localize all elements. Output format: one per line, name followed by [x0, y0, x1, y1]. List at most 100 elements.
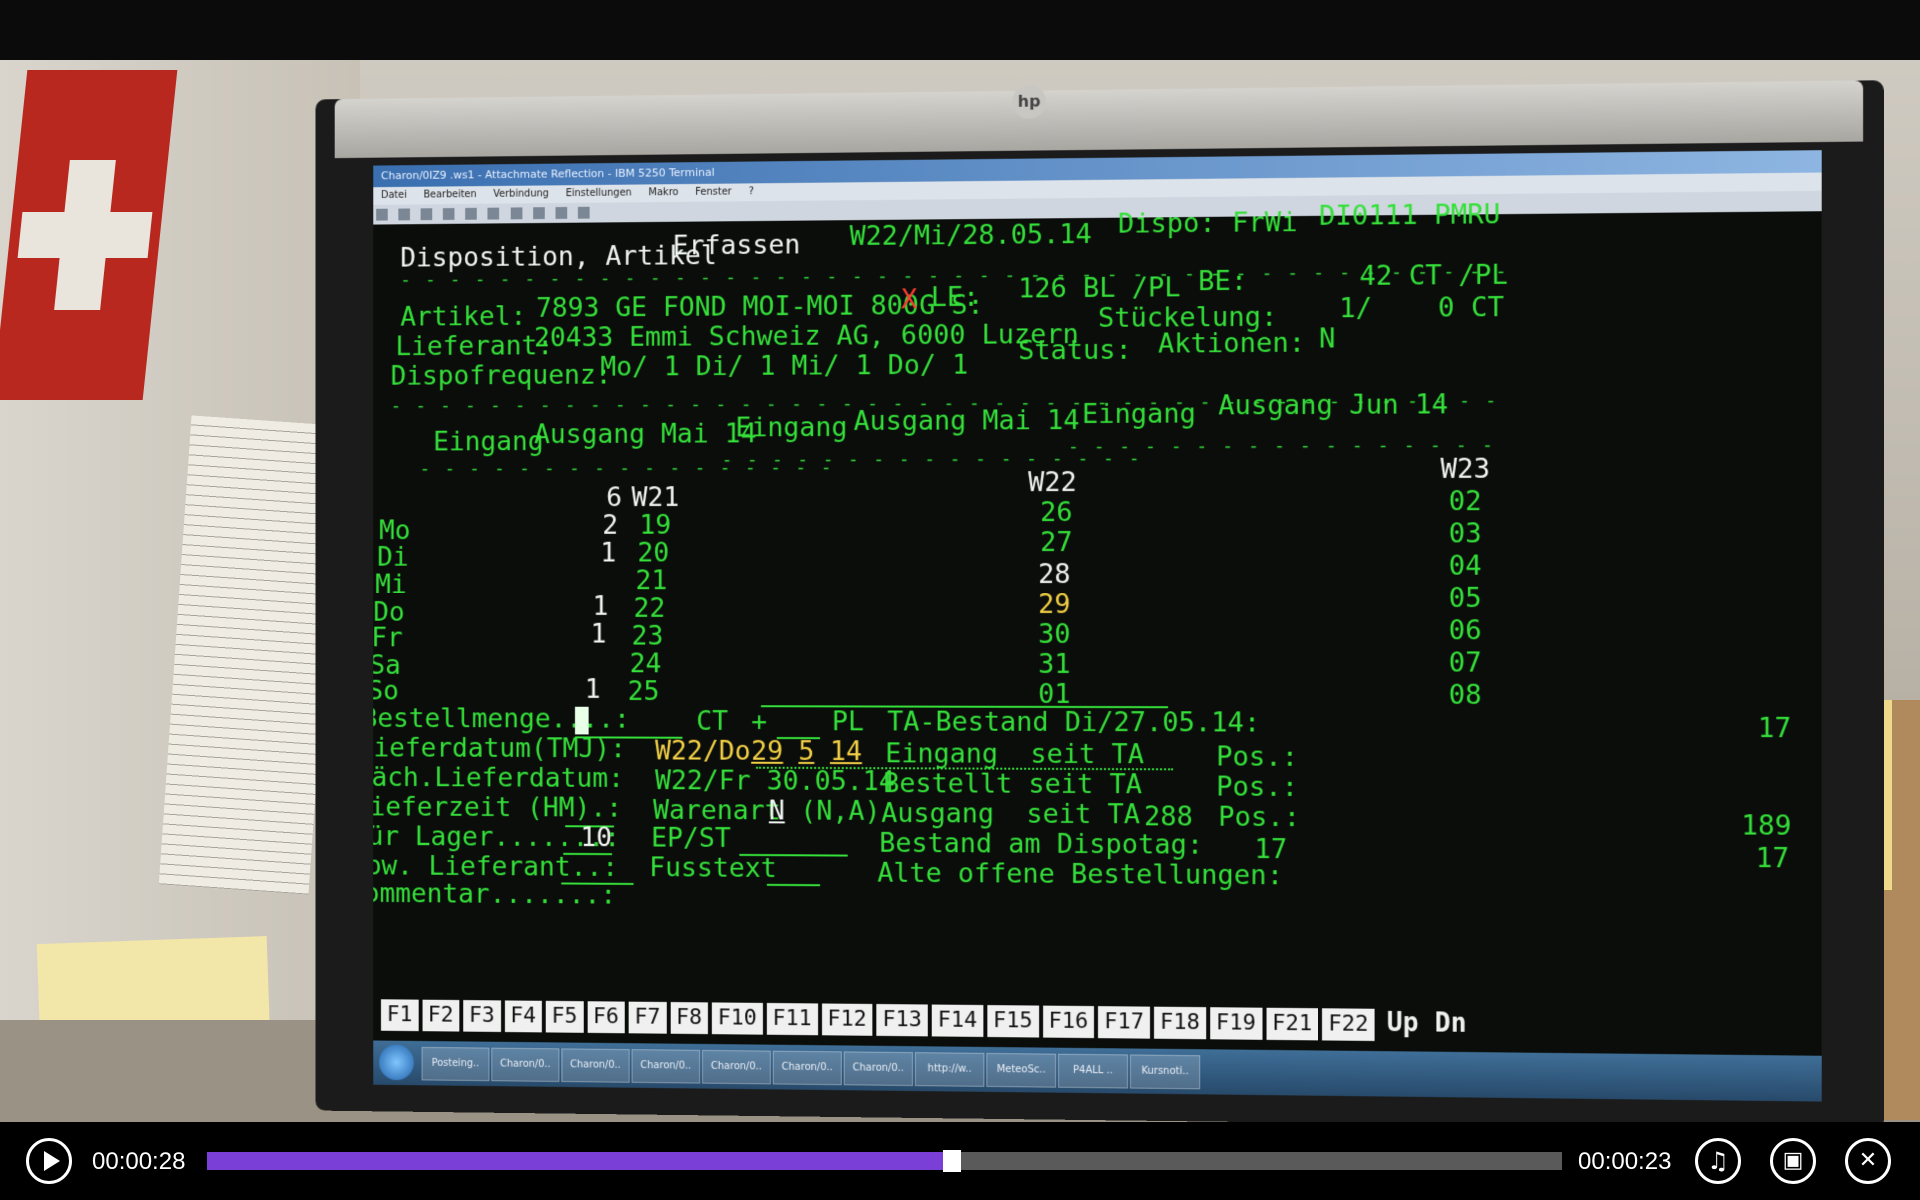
fkey-f22[interactable]: F22 [1322, 1008, 1375, 1041]
warenart-field[interactable]: N [769, 796, 785, 827]
ep-st-field[interactable] [739, 824, 848, 857]
taskbar-item[interactable]: Charon/0.. [491, 1047, 560, 1082]
fkey-f3[interactable]: F3 [463, 1000, 501, 1032]
bestand-dispotag-value-2: 17 [1755, 842, 1790, 875]
fkey-f16[interactable]: F16 [1042, 1005, 1095, 1039]
open-icon[interactable] [398, 208, 411, 221]
fkey-f21[interactable]: F21 [1266, 1007, 1319, 1041]
w21-day-sa: 24 [629, 648, 662, 680]
aktionen-value: N [1318, 323, 1336, 355]
paste-icon[interactable] [487, 207, 500, 220]
menu-verbindung[interactable]: Verbindung [493, 188, 549, 199]
w21-qty-do: 1 [592, 591, 609, 622]
taskbar-item[interactable]: Kursnoti.. [1129, 1054, 1201, 1090]
fkey-f17[interactable]: F17 [1098, 1006, 1151, 1039]
fkey-f10[interactable]: F10 [711, 1002, 763, 1035]
start-button[interactable] [379, 1044, 414, 1081]
taskbar-item[interactable]: Charon/0.. [561, 1048, 630, 1083]
w22-day-di: 27 [1040, 527, 1073, 559]
connect-icon[interactable] [510, 207, 522, 220]
w21-qty-fr: 1 [590, 618, 607, 650]
monitor-screen: Charon/0IZ9 .ws1 - Attachmate Reflection… [373, 150, 1822, 1102]
save-icon[interactable] [420, 208, 433, 221]
naech-lieferdatum-label: Näch.Lieferdatum: [373, 762, 625, 794]
fkey-f14[interactable]: F14 [931, 1004, 984, 1037]
taskbar-item[interactable]: http://w.. [914, 1052, 985, 1087]
kommentar-field[interactable] [556, 882, 860, 914]
eingang-seit-ta-label: Eingang seit TA [885, 738, 1145, 771]
w23-day-do: 05 [1448, 582, 1482, 615]
new-icon[interactable] [376, 208, 388, 221]
fkey-f4[interactable]: F4 [504, 1000, 542, 1033]
fkey-f11[interactable]: F11 [766, 1002, 818, 1036]
col-eingang-1: Eingang [433, 426, 544, 458]
ta-bestand-label: TA-Bestand Di/27.05.14: [887, 706, 1261, 739]
fuer-lager-field[interactable]: 10 [563, 822, 613, 856]
fkey-f5[interactable]: F5 [545, 1000, 584, 1033]
fkey-f8[interactable]: F8 [670, 1002, 708, 1035]
print-icon[interactable] [443, 208, 455, 220]
w23-day-mo: 02 [1448, 485, 1482, 518]
col-ausgang-jun: Ausgang Jun 14 [1218, 389, 1449, 422]
separator-5: - - - - - - - - - - - - - - - - - [1068, 434, 1496, 458]
exit-fullscreen-icon[interactable]: ✕ [1845, 1138, 1891, 1184]
menu-datei[interactable]: Datei [381, 190, 407, 201]
weekday-so: So [373, 675, 399, 707]
w21-header-qty: 6 [606, 482, 623, 514]
fusstext-label: Fusstext [649, 852, 777, 884]
col-eingang-3: Eingang [1082, 398, 1196, 431]
progress-bar[interactable] [207, 1150, 1562, 1172]
bestellt-seit-ta-label: Bestellt seit TA [883, 768, 1143, 801]
settings-icon[interactable] [555, 206, 567, 219]
dispofrequenz-value: Mo/ 1 Di/ 1 Mi/ 1 Do/ 1 [600, 349, 969, 383]
lieferdatum-month-field[interactable]: 5 [798, 736, 814, 767]
taskbar-item[interactable]: Posteing.. [421, 1046, 490, 1082]
menu-fenster[interactable]: Fenster [695, 187, 731, 198]
fkey-f15[interactable]: F15 [987, 1005, 1039, 1038]
stueckelung-value: 1/ 0 CT [1339, 291, 1505, 325]
fkey-f12[interactable]: F12 [821, 1003, 873, 1036]
help-icon[interactable] [577, 206, 590, 219]
w22-day-so: 01 [1038, 678, 1071, 710]
page-down-key[interactable]: Dn [1427, 1007, 1475, 1040]
hp-logo: hp [1012, 84, 1047, 119]
terminal-5250[interactable]: Disposition, Artikel Erfassen W22/Mi/28.… [373, 199, 1810, 1006]
volume-icon[interactable]: ♫ [1695, 1138, 1741, 1184]
fkey-f18[interactable]: F18 [1154, 1006, 1206, 1040]
pl-field[interactable] [776, 707, 821, 740]
fullscreen-icon[interactable]: ▣ [1770, 1138, 1816, 1184]
fkey-f19[interactable]: F19 [1209, 1007, 1263, 1040]
menu-bearbeiten[interactable]: Bearbeiten [423, 189, 476, 200]
taskbar-item[interactable]: MeteoSc.. [986, 1052, 1057, 1088]
time-remaining: 00:00:23 [1578, 1148, 1672, 1175]
artikel-flag: X [901, 284, 918, 316]
page-up-key[interactable]: Up [1379, 1007, 1427, 1040]
fkey-f1[interactable]: F1 [380, 999, 419, 1032]
taskbar-item[interactable]: Charon/0.. [772, 1050, 842, 1086]
taskbar-item[interactable]: Charon/0.. [631, 1049, 701, 1084]
play-button[interactable] [26, 1138, 72, 1184]
menu-einstellungen[interactable]: Einstellungen [566, 188, 632, 200]
lieferdatum-week: W22/Do [655, 735, 751, 767]
menu-makro[interactable]: Makro [649, 187, 679, 198]
w22-day-sa: 31 [1038, 648, 1071, 680]
lieferdatum-day-field[interactable]: 29 [751, 736, 783, 767]
le-value: 126 BL /PL [1018, 272, 1181, 305]
taskbar-item[interactable]: P4ALL .. [1058, 1053, 1128, 1089]
naech-lieferdatum-value: W22/Fr 30.05.14 [655, 765, 895, 798]
monitor-bezel: hp [334, 80, 1864, 159]
w21-day-mo: 19 [639, 509, 672, 541]
artikel-label: Artikel: [400, 301, 527, 333]
disconnect-icon[interactable] [532, 207, 545, 220]
fkey-f6[interactable]: F6 [587, 1001, 625, 1034]
fkey-f2[interactable]: F2 [422, 999, 460, 1032]
fusstext-field[interactable] [766, 854, 821, 887]
lieferdatum-year-field[interactable]: 14 [830, 736, 862, 767]
fkey-f7[interactable]: F7 [628, 1001, 667, 1034]
taskbar-item[interactable]: Charon/0.. [843, 1051, 913, 1087]
taskbar-item[interactable]: Charon/0.. [702, 1049, 771, 1085]
fkey-f13[interactable]: F13 [876, 1004, 928, 1037]
menu-help[interactable]: ? [749, 186, 754, 197]
copy-icon[interactable] [465, 207, 478, 220]
progress-thumb[interactable] [943, 1150, 962, 1172]
